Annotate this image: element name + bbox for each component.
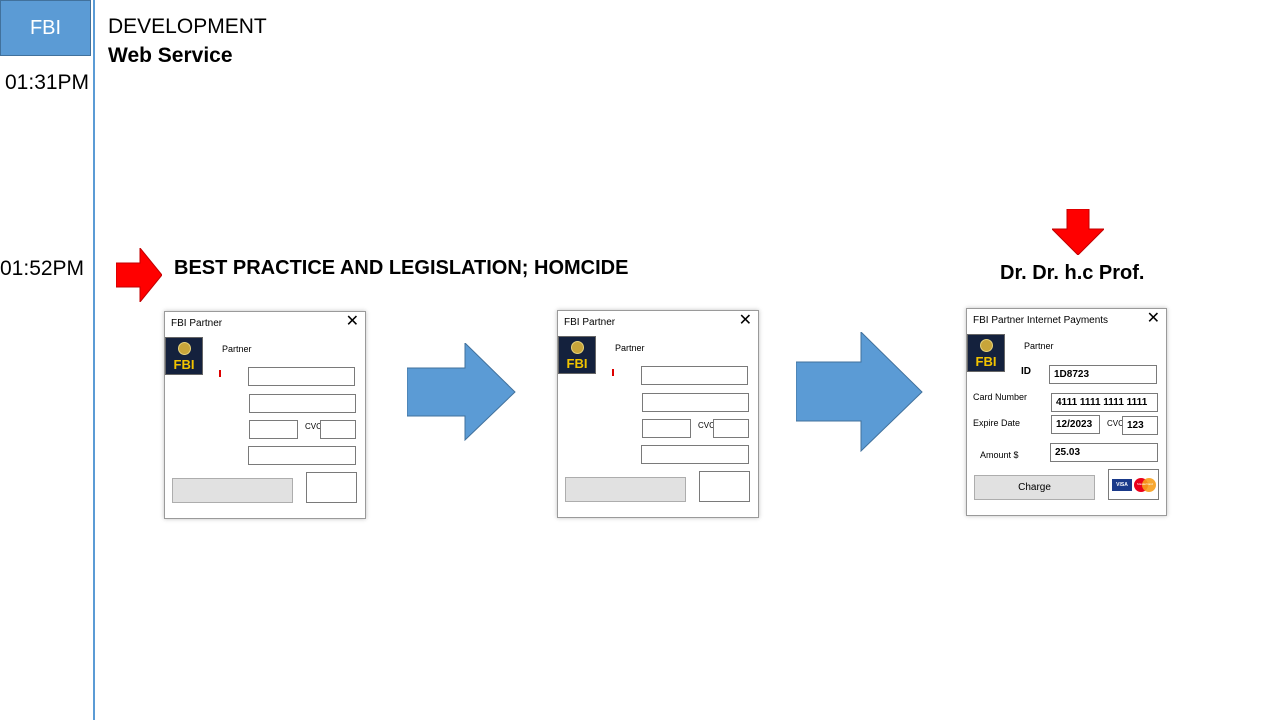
charge-button[interactable] xyxy=(172,478,293,503)
close-icon[interactable]: ✕ xyxy=(346,314,359,330)
card-logos-image: VISA MasterCard xyxy=(1108,469,1159,500)
close-icon[interactable]: ✕ xyxy=(1147,311,1160,327)
amount-label: Amount $ xyxy=(980,450,1019,460)
amount-field[interactable]: 25.03 xyxy=(1050,443,1158,462)
heading-best-practice: BEST PRACTICE AND LEGISLATION; HOMCIDE xyxy=(174,257,629,279)
fbi-logo-text: FBI xyxy=(566,356,588,371)
expire-date-label: Expire Date xyxy=(973,418,1021,428)
fbi-seal-icon xyxy=(571,341,584,354)
expire-date-field[interactable]: 12/2023 xyxy=(1051,415,1100,434)
window-title: FBI Partner xyxy=(564,317,616,328)
partner-window-1: FBI Partner ✕ FBI Partner CVC xyxy=(164,311,366,519)
cvc-field[interactable] xyxy=(713,419,749,438)
blue-arrow-right-icon xyxy=(407,343,516,441)
amount-field[interactable] xyxy=(641,445,749,464)
visa-logo-icon: VISA xyxy=(1112,479,1132,491)
card-number-field[interactable] xyxy=(642,393,749,412)
id-field[interactable]: 1D8723 xyxy=(1049,365,1157,384)
id-field[interactable] xyxy=(641,366,748,385)
red-arrow-down-icon xyxy=(1052,209,1104,255)
red-arrow-right-icon xyxy=(116,248,162,302)
fbi-logo: FBI xyxy=(165,337,203,375)
heading-doctor: Dr. Dr. h.c Prof. xyxy=(1000,262,1145,284)
timeline-line xyxy=(93,0,95,720)
payment-window: FBI Partner Internet Payments ✕ FBI Part… xyxy=(966,308,1167,516)
fbi-logo-text: FBI xyxy=(975,354,997,369)
fbi-logo: FBI xyxy=(558,336,596,374)
fbi-seal-icon xyxy=(178,342,191,355)
id-label: ID xyxy=(1021,366,1031,377)
charge-button[interactable]: Charge xyxy=(974,475,1095,500)
charge-button[interactable] xyxy=(565,477,686,502)
card-number-field[interactable] xyxy=(249,394,356,413)
fbi-seal-icon xyxy=(980,339,993,352)
card-number-label: Card Number xyxy=(973,392,1028,402)
time-label-2: 01:52PM xyxy=(0,257,85,280)
partner-window-2: FBI Partner ✕ FBI Partner CVC xyxy=(557,310,759,518)
time-label-1: 01:31PM xyxy=(5,71,90,94)
window-title: FBI Partner xyxy=(171,318,223,329)
fbi-logo-text: FBI xyxy=(173,357,195,372)
close-icon[interactable]: ✕ xyxy=(739,313,752,329)
card-number-field[interactable]: 4111 1111 1111 1111 xyxy=(1051,393,1158,412)
partner-label: Partner xyxy=(222,344,252,354)
section-title: DEVELOPMENT xyxy=(108,15,267,38)
amount-field[interactable] xyxy=(248,446,356,465)
partner-label: Partner xyxy=(1024,341,1054,351)
required-mark xyxy=(219,370,221,377)
fbi-logo: FBI xyxy=(967,334,1005,372)
expire-date-field[interactable] xyxy=(249,420,298,439)
window-title: FBI Partner Internet Payments xyxy=(973,315,1109,326)
card-logos-image xyxy=(306,472,357,503)
expire-date-field[interactable] xyxy=(642,419,691,438)
blue-arrow-right-icon xyxy=(796,332,923,452)
id-field[interactable] xyxy=(248,367,355,386)
cvc-field[interactable]: 123 xyxy=(1122,416,1158,435)
mastercard-logo-icon: MasterCard xyxy=(1137,482,1153,486)
card-logos-image xyxy=(699,471,750,502)
fbi-tag: FBI xyxy=(0,0,91,56)
partner-label: Partner xyxy=(615,343,645,353)
section-subtitle: Web Service xyxy=(108,44,233,67)
cvc-field[interactable] xyxy=(320,420,356,439)
required-mark xyxy=(612,369,614,376)
